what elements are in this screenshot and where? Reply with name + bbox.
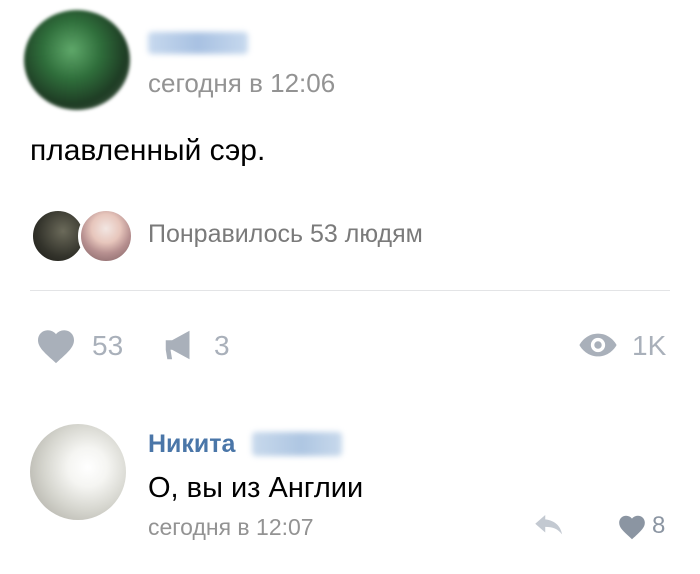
divider xyxy=(30,290,670,291)
post-view-count: 1K xyxy=(632,330,667,361)
eye-icon xyxy=(579,333,617,357)
post-author-name-redacted[interactable] xyxy=(148,32,248,54)
post-text: плавленный сэр. xyxy=(30,134,266,167)
comment-like-count[interactable]: 8 xyxy=(652,512,665,540)
comment-author-surname-redacted[interactable] xyxy=(252,432,342,456)
comment-timestamp: сегодня в 12:07 xyxy=(148,514,314,540)
comment-author-name[interactable]: Никита xyxy=(148,430,235,459)
post-share-count[interactable]: 3 xyxy=(214,330,230,362)
heart-icon[interactable] xyxy=(618,514,646,540)
megaphone-icon[interactable] xyxy=(160,326,200,364)
heart-icon[interactable] xyxy=(36,328,76,364)
post-author-avatar[interactable] xyxy=(24,10,130,110)
post-timestamp: сегодня в 12:06 xyxy=(148,68,336,98)
comment-text: О, вы из Англии xyxy=(148,472,364,504)
reply-arrow-icon[interactable] xyxy=(534,512,564,538)
comment-author-avatar[interactable] xyxy=(30,424,126,520)
post-like-count[interactable]: 53 xyxy=(92,330,123,362)
likes-summary-link[interactable]: Понравилось 53 людям xyxy=(148,220,423,249)
liker-avatar[interactable] xyxy=(78,208,134,264)
